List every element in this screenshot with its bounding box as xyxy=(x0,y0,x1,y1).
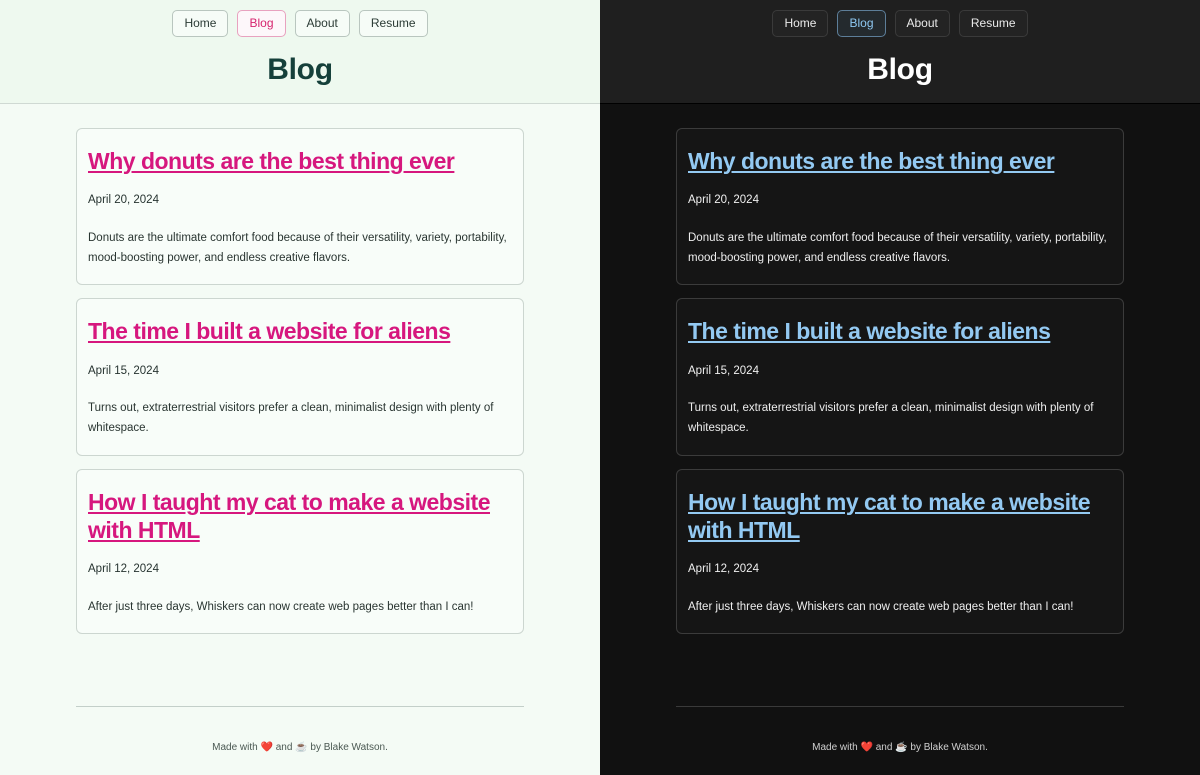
site-footer: Made with ❤️ and ☕ by Blake Watson. xyxy=(676,706,1124,775)
nav-item-home: Home xyxy=(772,10,829,37)
post-excerpt: Turns out, extraterrestrial visitors pre… xyxy=(88,402,494,434)
nav-item-blog: Blog xyxy=(237,10,286,37)
post-date: April 15, 2024 xyxy=(688,364,759,377)
heart-icon: ❤️ xyxy=(860,742,873,753)
nav-item-about: About xyxy=(294,10,350,37)
footer-credit: Made with ❤️ and ☕ by Blake Watson. xyxy=(676,743,1124,753)
nav-link-blog[interactable]: Blog xyxy=(837,10,886,37)
nav-link-about[interactable]: About xyxy=(294,10,350,37)
nav-item-home: Home xyxy=(172,10,229,37)
post-list: Why donuts are the best thing ever April… xyxy=(76,104,524,647)
post-list: Why donuts are the best thing ever April… xyxy=(676,104,1124,647)
post-card: How I taught my cat to make a website wi… xyxy=(76,468,524,635)
nav-link-about[interactable]: About xyxy=(894,10,950,37)
footer-middle: and xyxy=(872,742,896,753)
site-header: Home Blog About Resume Blog xyxy=(0,0,600,104)
site-header: Home Blog About Resume Blog xyxy=(600,0,1200,104)
coffee-icon: ☕ xyxy=(295,742,308,753)
main-content: Why donuts are the best thing ever April… xyxy=(0,104,600,775)
nav-list: Home Blog About Resume xyxy=(0,10,600,37)
light-theme-pane: Home Blog About Resume Blog Why donuts a… xyxy=(0,0,600,775)
nav-item-resume: Resume xyxy=(358,10,428,37)
nav-link-resume[interactable]: Resume xyxy=(958,10,1028,37)
post-excerpt: Donuts are the ultimate comfort food bec… xyxy=(688,231,1107,264)
nav-item-about: About xyxy=(894,10,950,37)
post-excerpt: Donuts are the ultimate comfort food bec… xyxy=(88,231,507,264)
footer-suffix: by Blake Watson. xyxy=(907,742,988,753)
nav-list: Home Blog About Resume xyxy=(600,10,1200,37)
page-title: Blog xyxy=(867,53,933,86)
post-title-link[interactable]: The time I built a website for aliens xyxy=(688,317,1051,345)
post-excerpt: After just three days, Whiskers can now … xyxy=(88,600,474,613)
page-title: Blog xyxy=(267,53,333,86)
post-date: April 20, 2024 xyxy=(88,194,159,207)
nav-link-blog[interactable]: Blog xyxy=(237,10,286,37)
footer-prefix: Made with xyxy=(812,742,861,753)
theme-comparison-split: Home Blog About Resume Blog Why donuts a… xyxy=(0,0,1200,775)
footer-middle: and xyxy=(272,742,296,753)
footer-prefix: Made with xyxy=(212,742,261,753)
post-title-link[interactable]: The time I built a website for aliens xyxy=(88,317,451,345)
nav-link-resume[interactable]: Resume xyxy=(358,10,428,37)
footer-suffix: by Blake Watson. xyxy=(307,742,388,753)
post-excerpt: Turns out, extraterrestrial visitors pre… xyxy=(688,402,1094,434)
post-title-link[interactable]: How I taught my cat to make a website wi… xyxy=(88,488,512,545)
nav-item-resume: Resume xyxy=(958,10,1028,37)
post-date: April 12, 2024 xyxy=(88,563,159,576)
post-card: Why donuts are the best thing ever April… xyxy=(76,128,524,286)
post-card: The time I built a website for aliens Ap… xyxy=(676,298,1124,456)
post-title-link[interactable]: How I taught my cat to make a website wi… xyxy=(688,488,1112,545)
footer-credit: Made with ❤️ and ☕ by Blake Watson. xyxy=(76,743,524,753)
footer-divider xyxy=(676,706,1124,707)
post-date: April 12, 2024 xyxy=(688,563,759,576)
post-date: April 20, 2024 xyxy=(688,194,759,207)
heart-icon: ❤️ xyxy=(260,742,273,753)
nav-link-home[interactable]: Home xyxy=(172,10,229,37)
main-navigation: Home Blog About Resume xyxy=(0,10,600,37)
footer-divider xyxy=(76,706,524,707)
coffee-icon: ☕ xyxy=(895,742,908,753)
main-navigation: Home Blog About Resume xyxy=(600,10,1200,37)
post-card: Why donuts are the best thing ever April… xyxy=(676,128,1124,286)
nav-item-blog: Blog xyxy=(837,10,886,37)
post-card: How I taught my cat to make a website wi… xyxy=(676,468,1124,635)
post-excerpt: After just three days, Whiskers can now … xyxy=(688,600,1074,613)
nav-link-home[interactable]: Home xyxy=(772,10,829,37)
main-content: Why donuts are the best thing ever April… xyxy=(600,104,1200,775)
post-title-link[interactable]: Why donuts are the best thing ever xyxy=(688,147,1055,175)
post-title-link[interactable]: Why donuts are the best thing ever xyxy=(88,147,455,175)
dark-theme-pane: Home Blog About Resume Blog Why donuts a… xyxy=(600,0,1200,775)
site-footer: Made with ❤️ and ☕ by Blake Watson. xyxy=(76,706,524,775)
post-card: The time I built a website for aliens Ap… xyxy=(76,298,524,456)
post-date: April 15, 2024 xyxy=(88,364,159,377)
